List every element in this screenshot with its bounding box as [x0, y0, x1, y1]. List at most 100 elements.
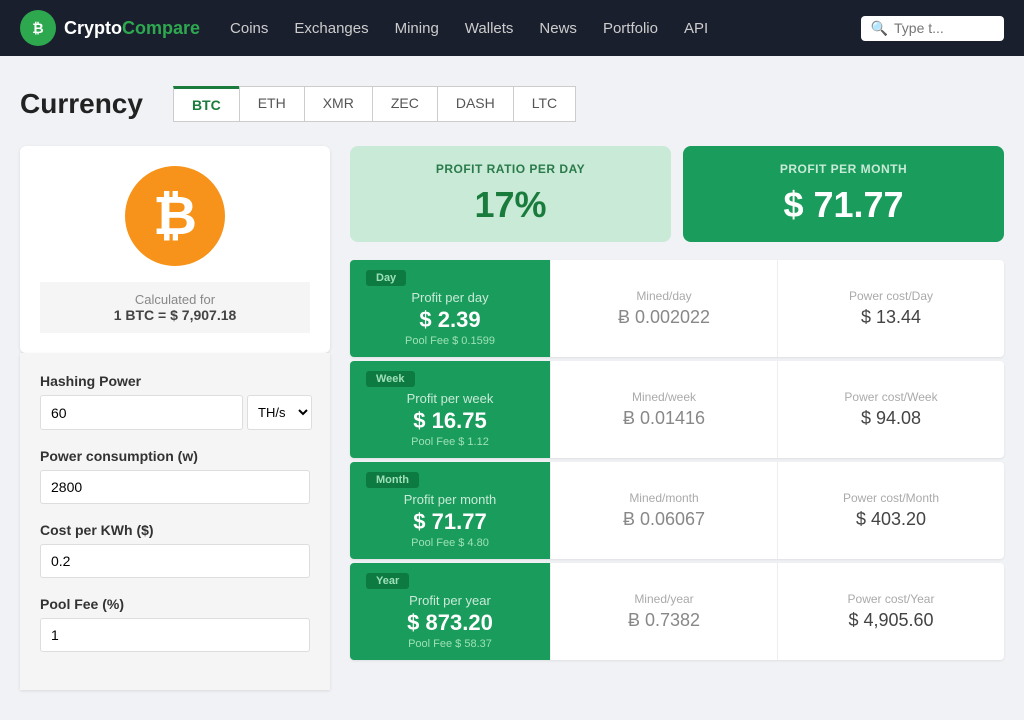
search-input[interactable]	[894, 20, 994, 36]
logo[interactable]: ₿ CryptoCompare	[20, 10, 200, 46]
week-power-cell: Power cost/Week $ 94.08	[777, 361, 1004, 458]
profit-rows: Day Profit per day $ 2.39 Pool Fee $ 0.1…	[350, 260, 1004, 660]
profit-row-week: Week Profit per week $ 16.75 Pool Fee $ …	[350, 361, 1004, 458]
day-mined-cell: Mined/day Ƀ 0.002022	[550, 260, 777, 357]
cost-kwh-group: Cost per KWh ($)	[40, 522, 310, 578]
pool-fee-label: Pool Fee (%)	[40, 596, 310, 612]
form-section: Hashing Power TH/s GH/s MH/s Power consu…	[20, 353, 330, 690]
nav-api[interactable]: API	[684, 20, 708, 37]
year-power-label: Power cost/Year	[848, 592, 935, 606]
profit-row-left-day: Day Profit per day $ 2.39 Pool Fee $ 0.1…	[350, 260, 550, 357]
day-power-cell: Power cost/Day $ 13.44	[777, 260, 1004, 357]
day-profit-label: Profit per day	[411, 290, 488, 305]
profit-row-left-month: Month Profit per month $ 71.77 Pool Fee …	[350, 462, 550, 559]
tab-zec[interactable]: ZEC	[372, 86, 437, 122]
header: ₿ CryptoCompare Coins Exchanges Mining W…	[0, 0, 1024, 56]
nav-news[interactable]: News	[539, 20, 577, 37]
bitcoin-icon: ₿	[125, 166, 225, 266]
nav-wallets[interactable]: Wallets	[465, 20, 514, 37]
tab-xmr[interactable]: XMR	[304, 86, 372, 122]
pool-fee-input[interactable]	[40, 618, 310, 652]
hashing-power-label: Hashing Power	[40, 373, 310, 389]
profit-row-right-month: Mined/month Ƀ 0.06067 Power cost/Month $…	[550, 462, 1004, 559]
nav-coins[interactable]: Coins	[230, 20, 268, 37]
power-consumption-input[interactable]	[40, 470, 310, 504]
logo-text: CryptoCompare	[64, 18, 200, 39]
currency-tabs: BTC ETH XMR ZEC DASH LTC	[173, 86, 576, 122]
year-tag: Year	[366, 573, 409, 589]
year-pool-fee: Pool Fee $ 58.37	[408, 638, 492, 650]
search-box: 🔍	[861, 16, 1004, 41]
hashing-power-group: Hashing Power TH/s GH/s MH/s	[40, 373, 310, 430]
day-tag: Day	[366, 270, 406, 286]
profit-row-left-week: Week Profit per week $ 16.75 Pool Fee $ …	[350, 361, 550, 458]
tab-dash[interactable]: DASH	[437, 86, 513, 122]
profit-row-year: Year Profit per year $ 873.20 Pool Fee $…	[350, 563, 1004, 660]
month-pool-fee: Pool Fee $ 4.80	[411, 537, 489, 549]
month-power-cell: Power cost/Month $ 403.20	[777, 462, 1004, 559]
nav-exchanges[interactable]: Exchanges	[294, 20, 368, 37]
year-mined-value: Ƀ 0.7382	[628, 610, 700, 631]
month-power-label: Power cost/Month	[843, 491, 939, 505]
currency-section: Currency BTC ETH XMR ZEC DASH LTC	[20, 86, 1004, 122]
nav-portfolio[interactable]: Portfolio	[603, 20, 658, 37]
week-tag: Week	[366, 371, 415, 387]
month-power-value: $ 403.20	[856, 509, 926, 530]
profit-row-right-week: Mined/week Ƀ 0.01416 Power cost/Week $ 9…	[550, 361, 1004, 458]
week-profit-amount: $ 16.75	[413, 408, 486, 434]
power-consumption-label: Power consumption (w)	[40, 448, 310, 464]
month-mined-value: Ƀ 0.06067	[623, 509, 705, 530]
day-power-value: $ 13.44	[861, 307, 921, 328]
week-pool-fee: Pool Fee $ 1.12	[411, 436, 489, 448]
ratio-value: 17%	[370, 184, 651, 226]
day-pool-fee: Pool Fee $ 0.1599	[405, 335, 495, 347]
tab-eth[interactable]: ETH	[239, 86, 304, 122]
week-mined-cell: Mined/week Ƀ 0.01416	[550, 361, 777, 458]
power-consumption-group: Power consumption (w)	[40, 448, 310, 504]
tab-ltc[interactable]: LTC	[513, 86, 576, 122]
day-power-label: Power cost/Day	[849, 289, 933, 303]
month-profit-amount: $ 71.77	[413, 509, 486, 535]
cost-kwh-label: Cost per KWh ($)	[40, 522, 310, 538]
tab-btc[interactable]: BTC	[173, 86, 239, 122]
page-content: Currency BTC ETH XMR ZEC DASH LTC ₿ Calc…	[0, 56, 1024, 720]
coin-card: ₿ Calculated for 1 BTC = $ 7,907.18	[20, 146, 330, 353]
profit-row-month: Month Profit per month $ 71.77 Pool Fee …	[350, 462, 1004, 559]
search-icon: 🔍	[871, 20, 888, 37]
week-power-label: Power cost/Week	[844, 390, 937, 404]
day-mined-value: Ƀ 0.002022	[618, 307, 710, 328]
summary-ratio-card: PROFIT RATIO PER DAY 17%	[350, 146, 671, 242]
hashing-power-input[interactable]	[40, 395, 243, 430]
year-power-cell: Power cost/Year $ 4,905.60	[777, 563, 1004, 660]
month-mined-label: Mined/month	[629, 491, 698, 505]
year-power-value: $ 4,905.60	[848, 610, 933, 631]
week-mined-value: Ƀ 0.01416	[623, 408, 705, 429]
year-mined-label: Mined/year	[634, 592, 693, 606]
nav-mining[interactable]: Mining	[395, 20, 439, 37]
week-profit-label: Profit per week	[407, 391, 494, 406]
month-value: $ 71.77	[703, 184, 984, 226]
year-profit-amount: $ 873.20	[407, 610, 493, 636]
right-panel: PROFIT RATIO PER DAY 17% PROFIT PER MONT…	[350, 146, 1004, 690]
year-profit-label: Profit per year	[409, 593, 491, 608]
left-panel: ₿ Calculated for 1 BTC = $ 7,907.18 Hash…	[20, 146, 330, 690]
svg-text:₿: ₿	[32, 20, 43, 36]
cost-kwh-input[interactable]	[40, 544, 310, 578]
month-tag: Month	[366, 472, 419, 488]
week-mined-label: Mined/week	[632, 390, 696, 404]
profit-summary: PROFIT RATIO PER DAY 17% PROFIT PER MONT…	[350, 146, 1004, 242]
main-layout: ₿ Calculated for 1 BTC = $ 7,907.18 Hash…	[20, 146, 1004, 690]
ratio-label: PROFIT RATIO PER DAY	[370, 162, 651, 176]
year-mined-cell: Mined/year Ƀ 0.7382	[550, 563, 777, 660]
month-mined-cell: Mined/month Ƀ 0.06067	[550, 462, 777, 559]
hashing-unit-select[interactable]: TH/s GH/s MH/s	[247, 395, 312, 430]
profit-row-right-day: Mined/day Ƀ 0.002022 Power cost/Day $ 13…	[550, 260, 1004, 357]
week-power-value: $ 94.08	[861, 408, 921, 429]
day-mined-label: Mined/day	[636, 289, 691, 303]
pool-fee-group: Pool Fee (%)	[40, 596, 310, 652]
profit-row-left-year: Year Profit per year $ 873.20 Pool Fee $…	[350, 563, 550, 660]
calculated-for: Calculated for 1 BTC = $ 7,907.18	[40, 282, 310, 333]
summary-month-card: PROFIT PER MONTH $ 71.77	[683, 146, 1004, 242]
page-title: Currency	[20, 88, 143, 120]
profit-row-day: Day Profit per day $ 2.39 Pool Fee $ 0.1…	[350, 260, 1004, 357]
